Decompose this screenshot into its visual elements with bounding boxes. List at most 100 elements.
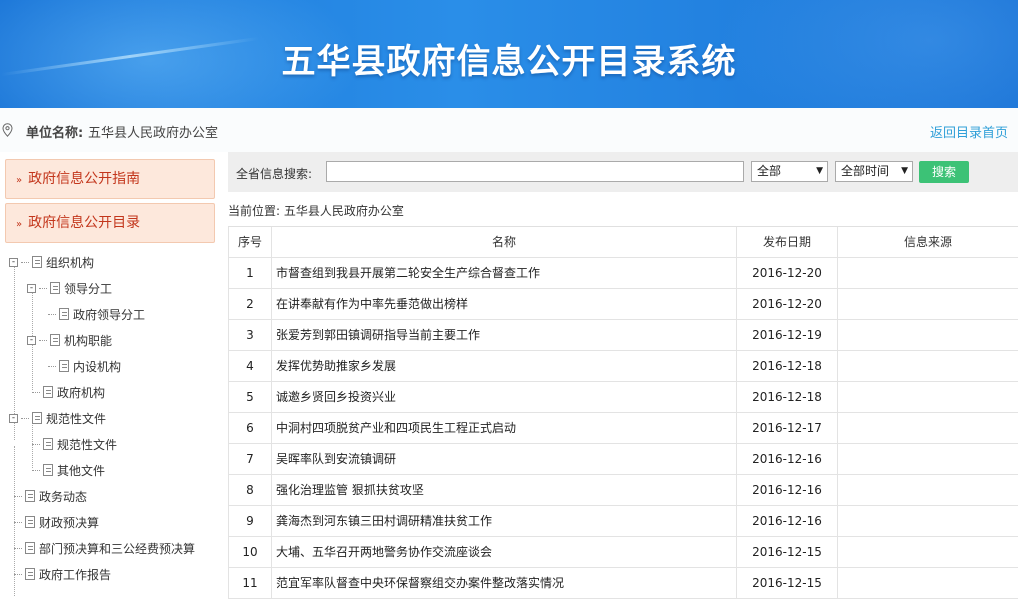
tree-node-leader-division[interactable]: - 领导分工 — [27, 278, 112, 298]
document-icon — [25, 568, 35, 580]
table-row[interactable]: 11 范宜军率队督查中央环保督察组交办案件整改落实情况 2016-12-15 — [228, 568, 1018, 599]
row-number: 10 — [228, 537, 271, 567]
row-title-link[interactable]: 大埔、五华召开两地警务协作交流座谈会 — [271, 537, 736, 567]
row-date: 2016-12-20 — [736, 258, 837, 288]
unit-name-label: 单位名称: — [26, 126, 84, 141]
row-title-link[interactable]: 发挥优势助推家乡发展 — [271, 351, 736, 381]
document-icon — [43, 386, 53, 398]
row-number: 4 — [228, 351, 271, 381]
row-date: 2016-12-19 — [736, 320, 837, 350]
table-row[interactable]: 10 大埔、五华召开两地警务协作交流座谈会 2016-12-15 — [228, 537, 1018, 568]
info-guide-label: 政府信息公开指南 — [28, 171, 141, 187]
dropdown-arrow-icon: ▼ — [816, 166, 823, 176]
row-title-link[interactable]: 强化治理监管 狠抓扶贫攻坚 — [271, 475, 736, 505]
main-content: 全省信息搜索: 全部 ▼ 全部时间 ▼ 搜索 当前位置: 五华县人民政府办公室 序号… — [228, 152, 1018, 599]
row-date: 2016-12-20 — [736, 289, 837, 319]
row-source — [837, 289, 1018, 319]
row-title-link[interactable]: 范宜军率队督查中央环保督察组交办案件整改落实情况 — [271, 568, 736, 598]
row-number: 6 — [228, 413, 271, 443]
row-date: 2016-12-18 — [736, 351, 837, 381]
row-source — [837, 444, 1018, 474]
info-catalog-label: 政府信息公开目录 — [28, 215, 141, 231]
column-header-source: 信息来源 — [837, 227, 1018, 257]
scope-select-value: 全部 — [757, 164, 782, 178]
document-icon — [43, 464, 53, 476]
tree-node-org[interactable]: - 组织机构 — [9, 252, 94, 272]
tree-node-other-docs[interactable]: 其他文件 — [32, 460, 105, 480]
document-icon — [43, 438, 53, 450]
row-number: 5 — [228, 382, 271, 412]
site-title: 五华县政府信息公开目录系统 — [281, 42, 737, 82]
row-title-link[interactable]: 吴晖率队到安流镇调研 — [271, 444, 736, 474]
tree-node-label: 规范性文件 — [46, 411, 107, 426]
tree-node-normative-docs[interactable]: - 规范性文件 — [9, 408, 106, 428]
column-header-name: 名称 — [271, 227, 736, 257]
collapse-toggle-icon[interactable]: - — [9, 257, 18, 267]
tree-node-budget[interactable]: 财政预决算 — [14, 512, 99, 532]
row-number: 3 — [228, 320, 271, 350]
table-row[interactable]: 8 强化治理监管 狠抓扶贫攻坚 2016-12-16 — [228, 475, 1018, 506]
time-select-value: 全部时间 — [841, 164, 890, 178]
sidebar: » 政府信息公开指南 » 政府信息公开目录 - 组织机构 - 领导分工 政府领导分工 -… — [0, 152, 222, 598]
tree-node-dept-budget[interactable]: 部门预决算和三公经费预决算 — [14, 538, 195, 558]
dropdown-arrow-icon: ▼ — [901, 166, 908, 176]
row-source — [837, 537, 1018, 567]
row-number: 11 — [228, 568, 271, 598]
row-title-link[interactable]: 中洞村四项脱贫产业和四项民生工程正式启动 — [271, 413, 736, 443]
info-catalog-button[interactable]: » 政府信息公开目录 — [5, 203, 215, 243]
table-row[interactable]: 9 龚海杰到河东镇三田村调研精准扶贫工作 2016-12-16 — [228, 506, 1018, 537]
tree-node-normative-docs-sub[interactable]: 规范性文件 — [32, 434, 117, 454]
document-icon — [32, 256, 42, 268]
tree-node-work-report[interactable]: 政府工作报告 — [14, 564, 111, 584]
search-input[interactable] — [326, 161, 744, 182]
breadcrumb: 当前位置: 五华县人民政府办公室 — [228, 204, 404, 218]
table-row[interactable]: 2 在讲奉献有作为中率先垂范做出榜样 2016-12-20 — [228, 289, 1018, 320]
row-number: 9 — [228, 506, 271, 536]
row-source — [837, 258, 1018, 288]
document-icon — [50, 282, 60, 294]
row-date: 2016-12-16 — [736, 506, 837, 536]
collapse-toggle-icon[interactable]: - — [27, 335, 36, 345]
collapse-toggle-icon[interactable]: - — [27, 283, 36, 293]
row-title-link[interactable]: 市督查组到我县开展第二轮安全生产综合督查工作 — [271, 258, 736, 288]
row-source — [837, 351, 1018, 381]
tree-node-label: 组织机构 — [46, 255, 95, 270]
tree-node-functions[interactable]: - 机构职能 — [27, 330, 112, 350]
row-title-link[interactable]: 龚海杰到河东镇三田村调研精准扶贫工作 — [271, 506, 736, 536]
scope-select[interactable]: 全部 ▼ — [751, 161, 828, 182]
row-source — [837, 568, 1018, 598]
info-guide-button[interactable]: » 政府信息公开指南 — [5, 159, 215, 199]
collapse-toggle-icon[interactable]: - — [9, 413, 18, 423]
search-button[interactable]: 搜索 — [919, 161, 969, 183]
tree-node-gov-institutions[interactable]: 政府机构 — [32, 382, 105, 402]
table-row[interactable]: 3 张爱芳到郭田镇调研指导当前主要工作 2016-12-19 — [228, 320, 1018, 351]
row-title-link[interactable]: 在讲奉献有作为中率先垂范做出榜样 — [271, 289, 736, 319]
document-icon — [59, 308, 69, 320]
table-row[interactable]: 7 吴晖率队到安流镇调研 2016-12-16 — [228, 444, 1018, 475]
column-header-date: 发布日期 — [736, 227, 837, 257]
row-title-link[interactable]: 诚邀乡贤回乡投资兴业 — [271, 382, 736, 412]
tree-node-label: 部门预决算和三公经费预决算 — [39, 541, 196, 556]
document-icon — [25, 542, 35, 554]
table-row[interactable]: 4 发挥优势助推家乡发展 2016-12-18 — [228, 351, 1018, 382]
return-home-link[interactable]: 返回目录首页 — [930, 122, 1008, 141]
row-date: 2016-12-15 — [736, 537, 837, 567]
table-row[interactable]: 6 中洞村四项脱贫产业和四项民生工程正式启动 2016-12-17 — [228, 413, 1018, 444]
chevron-right-icon: » — [16, 175, 23, 186]
table-row[interactable]: 5 诚邀乡贤回乡投资兴业 2016-12-18 — [228, 382, 1018, 413]
location-pin-icon — [2, 123, 13, 137]
row-date: 2016-12-16 — [736, 444, 837, 474]
tree-node-gov-news[interactable]: 政务动态 — [14, 486, 87, 506]
document-icon — [32, 412, 42, 424]
header-banner: 五华县政府信息公开目录系统 — [0, 0, 1018, 108]
row-date: 2016-12-15 — [736, 568, 837, 598]
tree-node-label: 政务动态 — [39, 489, 88, 504]
row-title-link[interactable]: 张爱芳到郭田镇调研指导当前主要工作 — [271, 320, 736, 350]
tree-node-gov-leader-division[interactable]: 政府领导分工 — [48, 304, 145, 324]
search-bar: 全省信息搜索: 全部 ▼ 全部时间 ▼ 搜索 — [228, 152, 1018, 192]
tree-node-label: 政府机构 — [57, 385, 106, 400]
tree-node-internal-depts[interactable]: 内设机构 — [48, 356, 121, 376]
time-select[interactable]: 全部时间 ▼ — [835, 161, 913, 182]
table-row[interactable]: 1 市督查组到我县开展第二轮安全生产综合督查工作 2016-12-20 — [228, 258, 1018, 289]
row-source — [837, 320, 1018, 350]
